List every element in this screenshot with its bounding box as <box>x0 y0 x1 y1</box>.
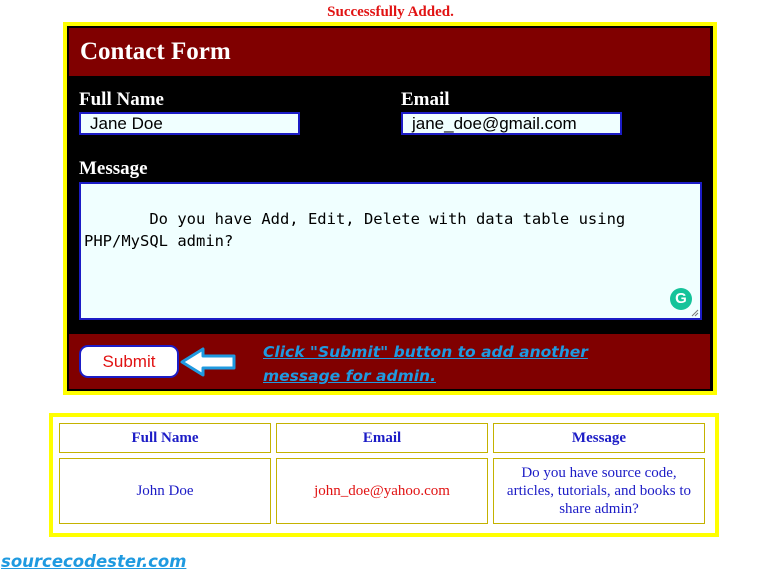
message-cell: Message Do you have Add, Edit, Delete wi… <box>69 148 710 332</box>
cell-full-name: John Doe <box>59 458 271 524</box>
submit-row: Submit Click "Submit" button to add anot… <box>69 334 710 389</box>
email-cell: Email jane_doe@gmail.com <box>391 78 710 146</box>
full-name-label: Full Name <box>79 89 164 110</box>
contact-form: Contact Form Full Name Jane Doe Email ja… <box>63 22 717 395</box>
message-text: Do you have Add, Edit, Delete with data … <box>84 210 635 250</box>
cell-message: Do you have source code, articles, tutor… <box>493 458 705 524</box>
full-name-input[interactable]: Jane Doe <box>79 112 300 135</box>
footer-link[interactable]: sourcecodester.com <box>1 552 186 571</box>
email-label: Email <box>401 89 450 110</box>
messages-table: Full Name Email Message John Doe john_do… <box>49 413 719 537</box>
cell-email: john_doe@yahoo.com <box>276 458 488 524</box>
status-message: Successfully Added. <box>327 4 454 20</box>
header-email: Email <box>276 423 488 453</box>
submit-hint: Click "Submit" button to add another mes… <box>263 340 623 388</box>
submit-button[interactable]: Submit <box>79 345 179 378</box>
email-input[interactable]: jane_doe@gmail.com <box>401 112 622 135</box>
submit-hint-line-1: Click "Submit" button to add another <box>263 343 588 361</box>
header-message: Message <box>493 423 705 453</box>
submit-hint-line-2: message for admin. <box>263 367 436 385</box>
arrow-left-icon <box>180 347 236 377</box>
header-full-name: Full Name <box>59 423 271 453</box>
message-label: Message <box>79 158 148 179</box>
full-name-cell: Full Name Jane Doe <box>69 78 389 146</box>
resize-grip-icon[interactable] <box>691 309 699 317</box>
message-textarea[interactable]: Do you have Add, Edit, Delete with data … <box>79 182 702 320</box>
form-title: Contact Form <box>69 28 710 76</box>
grammarly-icon[interactable]: G <box>670 288 692 310</box>
